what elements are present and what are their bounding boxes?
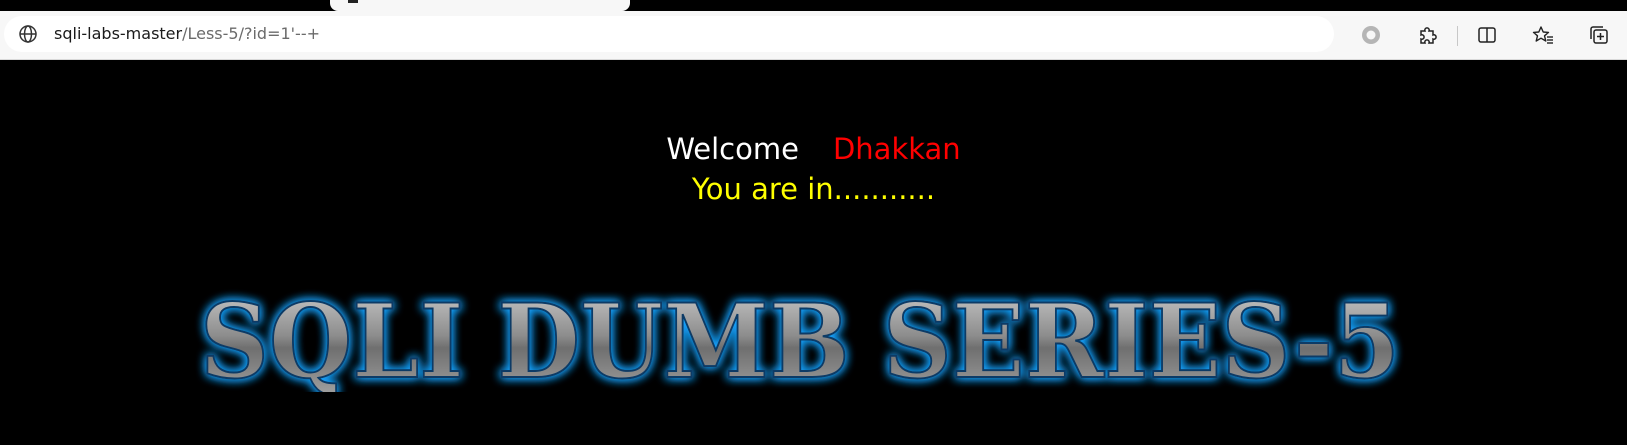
active-tab[interactable] [330, 0, 630, 11]
extensions-icon[interactable] [1412, 20, 1442, 50]
toolbar-divider [1457, 26, 1458, 46]
record-icon[interactable] [1356, 20, 1386, 50]
page-content: Welcome Dhakkan You are in........... SQ… [0, 60, 1627, 445]
site-info-icon[interactable] [18, 24, 38, 44]
address-bar[interactable]: sqli-labs-master/Less-5/?id=1'--+ [4, 16, 1334, 52]
status-message: You are in........... [691, 172, 936, 206]
favorites-icon[interactable] [1528, 20, 1558, 50]
collections-icon[interactable] [1584, 20, 1614, 50]
welcome-label: Welcome [666, 132, 799, 166]
url-text[interactable]: sqli-labs-master/Less-5/?id=1'--+ [54, 16, 320, 52]
user-name: Dhakkan [832, 132, 961, 166]
split-screen-icon[interactable] [1472, 20, 1502, 50]
series-banner: SQLI DUMB SERIES-5 [199, 282, 1401, 392]
tab-strip [0, 0, 1627, 11]
url-path: /Less-5/?id=1'--+ [182, 24, 321, 43]
banner-text: SQLI DUMB SERIES-5 [200, 282, 1400, 392]
url-host: sqli-labs-master [54, 24, 183, 43]
welcome-line: Welcome Dhakkan [0, 132, 1627, 166]
tab-favicon-icon [348, 0, 358, 3]
browser-toolbar: sqli-labs-master/Less-5/?id=1'--+ [0, 11, 1627, 60]
